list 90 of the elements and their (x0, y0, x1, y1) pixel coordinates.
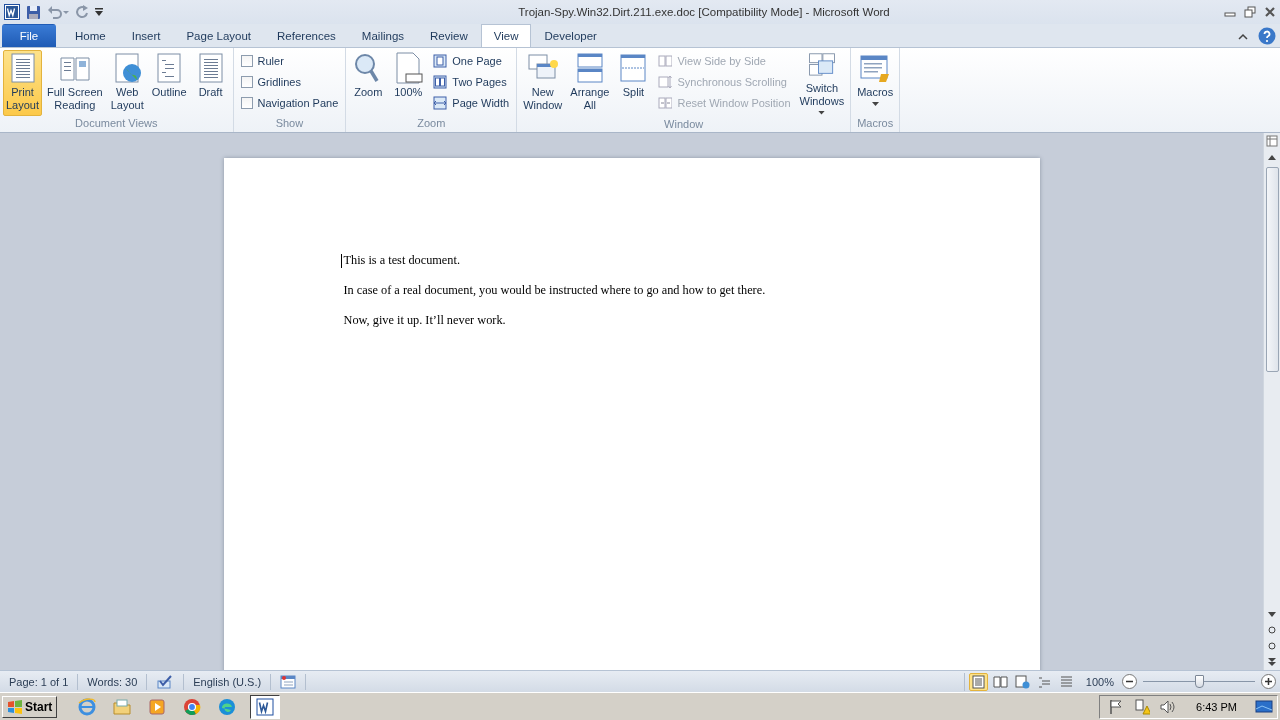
outline-icon (1036, 674, 1052, 689)
checkbox-label[interactable]: Gridlines (257, 75, 301, 88)
ribbon-button[interactable]: One Page (433, 51, 510, 70)
window-title: Trojan-Spy.Win32.Dirt.211.exe.doc [Compatibility Mode] - Microsoft Word (517, 6, 891, 18)
ruler-toggle-icon[interactable] (1266, 135, 1278, 147)
ribbon-tab[interactable]: Insert (118, 24, 174, 47)
taskbar-app[interactable] (250, 694, 281, 719)
paragraph: In case of a real document, you would be instructed where to go and how to get there. (343, 283, 767, 298)
group-label: Zoom (416, 116, 447, 131)
checkbox-label[interactable]: Navigation Pane (257, 96, 339, 109)
next-page-icon[interactable] (1268, 658, 1276, 666)
zoom-out-icon[interactable] (1122, 674, 1137, 689)
ribbon-button[interactable]: Full Screen Reading (44, 50, 106, 116)
group-label: Window (663, 117, 705, 132)
group-label: Show (274, 116, 305, 131)
group-label: Document Views (74, 116, 159, 131)
macros-icon (859, 52, 892, 84)
ribbon-button[interactable]: Switch Windows (796, 50, 848, 117)
word-icon (256, 697, 275, 716)
close-icon[interactable] (1264, 6, 1276, 18)
restore-icon[interactable] (1244, 6, 1256, 18)
view-button[interactable] (968, 672, 988, 691)
language[interactable]: English (U.S.) (184, 673, 272, 690)
word-logo-icon[interactable] (4, 4, 20, 20)
ribbon-tab[interactable]: View (480, 24, 532, 47)
checkbox[interactable] (240, 96, 253, 109)
help-icon[interactable] (1258, 26, 1276, 45)
zoom-level[interactable]: 100% (1085, 675, 1114, 688)
ribbon-button[interactable]: New Window (520, 50, 566, 117)
ribbon-button[interactable]: 100% (389, 50, 428, 116)
checkbox[interactable] (240, 54, 253, 67)
collapse-ribbon-icon[interactable] (1238, 31, 1248, 40)
macro-record-icon[interactable] (280, 674, 297, 689)
text-cursor (340, 254, 342, 268)
checkbox[interactable] (240, 75, 253, 88)
ribbon-tab[interactable]: Page Layout (173, 24, 265, 47)
zoom-in-icon[interactable] (1261, 674, 1276, 689)
chrome-icon (183, 697, 202, 716)
scroll-up-icon[interactable] (1268, 154, 1276, 160)
ribbon-tab[interactable]: References (264, 24, 349, 47)
browser-icon (78, 697, 97, 716)
media-player-icon (148, 697, 167, 716)
draft-icon (1058, 674, 1074, 689)
page-width-icon (433, 95, 448, 110)
file-tab[interactable]: File (2, 24, 56, 47)
ribbon-button[interactable]: Split (614, 50, 653, 117)
clock[interactable]: 6:43 PM (1196, 700, 1237, 713)
ribbon-button[interactable]: Print Layout (3, 50, 43, 116)
ribbon-button[interactable]: Zoom (349, 50, 388, 116)
ribbon-button[interactable]: Macros (854, 50, 897, 116)
reset-position-icon (658, 95, 673, 110)
customize-menu-icon[interactable] (95, 7, 103, 17)
checkbox-label[interactable]: Ruler (257, 54, 284, 67)
scroll-thumb[interactable] (1265, 167, 1279, 372)
scroll-down-icon[interactable] (1268, 611, 1276, 617)
side-by-side-icon (658, 53, 673, 68)
page-count[interactable]: Page: 1 of 1 (0, 673, 79, 690)
reading-icon (992, 674, 1008, 689)
volume-icon[interactable] (1160, 698, 1177, 715)
ribbon-button[interactable]: Outline (148, 50, 190, 116)
sync-scroll-icon (658, 74, 673, 89)
start-button[interactable]: Start (2, 695, 58, 718)
word-count[interactable]: Words: 30 (78, 673, 148, 690)
web-layout-icon (1014, 674, 1030, 689)
print-layout-icon (970, 674, 986, 689)
folder-icon (113, 697, 132, 716)
ribbon-button[interactable]: Page Width (433, 93, 510, 112)
edge-icon (218, 697, 237, 716)
group-label: Macros (856, 116, 895, 131)
ribbon-tab[interactable]: Home (62, 24, 119, 47)
view-button[interactable] (1012, 672, 1032, 691)
ribbon-tab[interactable]: Developer (531, 24, 610, 47)
two-pages-icon (433, 74, 448, 89)
ribbon-tab[interactable]: Mailings (348, 24, 418, 47)
undo-icon[interactable] (47, 5, 69, 19)
show-desktop-icon[interactable] (1255, 698, 1273, 715)
paragraph: Now, give it up. It’ll never work. (343, 313, 507, 328)
save-icon[interactable] (26, 4, 41, 20)
proofing-check-icon[interactable] (156, 674, 175, 689)
slider-thumb[interactable] (1195, 675, 1204, 688)
windows-flag-icon (7, 699, 23, 714)
ribbon-tab[interactable]: Review (417, 24, 481, 47)
paragraph: This is a test document. (343, 253, 920, 268)
ribbon-button[interactable]: Two Pages (433, 72, 510, 91)
redo-icon[interactable] (75, 5, 89, 19)
network-warning-icon[interactable] (1134, 698, 1151, 715)
ribbon-button[interactable]: Draft (191, 50, 230, 116)
ribbon-button[interactable]: Web Layout (107, 50, 147, 116)
one-page-icon (433, 53, 448, 68)
ribbon-button[interactable]: Arrange All (567, 50, 613, 117)
